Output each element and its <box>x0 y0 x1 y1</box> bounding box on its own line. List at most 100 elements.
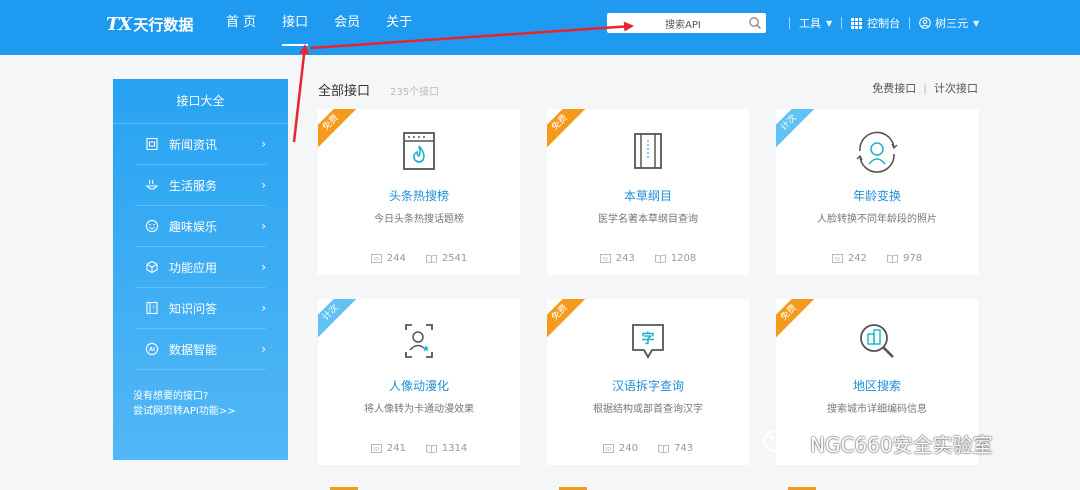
ai-icon: AI <box>145 342 159 356</box>
id-icon: ID <box>370 444 382 453</box>
sidebar-item-label: 趣味娱乐 <box>169 219 218 234</box>
chevron-right-icon: › <box>261 260 266 274</box>
tools-label: 工具 <box>799 17 821 30</box>
book-open-icon <box>654 254 666 263</box>
nav-about[interactable]: 关于 <box>386 0 412 55</box>
sidebar-item-fun[interactable]: 趣味娱乐 › <box>135 206 266 247</box>
filter-links: 免费接口 | 计次接口 <box>872 80 978 96</box>
header-right: 工具 ▼ 控制台 树三元 ▼ <box>780 13 979 33</box>
api-name: 地区搜索 <box>852 379 901 393</box>
sidebar-item-function[interactable]: 功能应用 › <box>135 247 266 288</box>
api-desc: 将人像转为卡通动漫效果 <box>364 404 474 415</box>
category-sidebar: 接口大全 新闻资讯 › 生活服务 › 趣味娱乐 › 功能应用 › ? 知识问答 … <box>113 79 288 460</box>
filter-free[interactable]: 免费接口 <box>872 80 916 96</box>
api-desc: 人脸转换不同年龄段的照片 <box>817 214 937 225</box>
api-card[interactable]: 免费 字 汉语拆字查询 根据结构或部首查询汉字 ID 240 743 <box>547 299 749 465</box>
api-name: 年龄变换 <box>852 189 901 203</box>
api-id: ID 240 <box>603 443 638 454</box>
id-icon: ID <box>370 254 382 263</box>
sidebar-item-news[interactable]: 新闻资讯 › <box>135 124 266 165</box>
svg-text:?: ? <box>152 306 155 312</box>
sidebar-item-label: 功能应用 <box>169 260 218 275</box>
divider <box>841 17 843 29</box>
api-id: ID 244 <box>370 253 406 264</box>
search-icon[interactable] <box>748 16 762 30</box>
chevron-down-icon: ▼ <box>826 18 833 28</box>
sidebar-footer: 没有想要的接口? 尝试网页转API功能>> <box>133 389 236 419</box>
book-open-icon <box>425 254 437 263</box>
user-menu[interactable]: 树三元 ▼ <box>919 15 979 31</box>
cube-icon <box>146 260 158 274</box>
svg-text:ID: ID <box>374 257 379 263</box>
sidebar-title: 接口大全 <box>113 79 288 124</box>
arrow-to-nav <box>292 44 310 143</box>
api-stats: ID 241 1314 <box>318 443 520 454</box>
web-to-api-link[interactable]: 尝试网页转API功能>> <box>133 404 236 419</box>
nav-member[interactable]: 会员 <box>334 0 360 55</box>
free-badge: 免费 <box>547 299 591 344</box>
chevron-right-icon: › <box>261 219 266 233</box>
api-views-value: 978 <box>903 253 923 264</box>
api-name: 本草纲目 <box>623 189 672 203</box>
id-icon: ID <box>603 444 614 453</box>
chevron-right-icon: › <box>261 137 266 151</box>
api-views: 1314 <box>425 443 468 454</box>
api-views-value: 1208 <box>670 253 697 264</box>
svg-text:ID: ID <box>835 257 840 263</box>
api-views: 1208 <box>654 253 697 264</box>
api-name: 汉语拆字查询 <box>611 379 684 393</box>
site-logo[interactable]: TX 天行数据 <box>106 12 193 36</box>
logo-text: 天行数据 <box>133 15 194 34</box>
character-icon: 字 <box>632 324 664 359</box>
life-service-icon <box>145 179 159 190</box>
tools-menu[interactable]: 工具 ▼ <box>799 15 832 31</box>
api-id-value: 240 <box>618 443 638 454</box>
svg-text:ID: ID <box>606 447 611 453</box>
smiley-icon <box>145 219 159 233</box>
api-name: 人像动漫化 <box>388 379 449 393</box>
nav-api[interactable]: 接口 <box>282 0 309 55</box>
api-views-value: 2541 <box>441 253 468 264</box>
api-views-value: 1314 <box>441 443 468 454</box>
console-label: 控制台 <box>867 17 901 30</box>
sidebar-item-qa[interactable]: ? 知识问答 › <box>135 288 266 329</box>
api-views: 2541 <box>425 253 468 264</box>
console-link[interactable]: 控制台 <box>851 15 900 31</box>
api-card[interactable]: 计次 人像动漫化 将人像转为卡通动漫效果 ID 241 1314 <box>318 299 520 465</box>
chevron-right-icon: › <box>261 342 266 356</box>
free-badge: 免费 <box>547 109 591 154</box>
news-icon <box>146 137 158 151</box>
chevron-right-icon: › <box>261 178 266 192</box>
free-badge: 免费 <box>776 299 820 344</box>
user-icon <box>919 17 931 29</box>
top-header: TX 天行数据 首 页 接口 会员 关于 工具 ▼ 控制台 <box>0 0 1080 55</box>
sidebar-item-life[interactable]: 生活服务 › <box>135 165 266 206</box>
divider <box>909 17 911 29</box>
api-id-value: 244 <box>386 253 406 264</box>
sidebar-item-label: 生活服务 <box>169 178 218 193</box>
svg-text:ID: ID <box>603 257 608 263</box>
api-id-value: 242 <box>847 253 867 264</box>
api-desc: 今日头条热搜话题榜 <box>374 214 464 225</box>
wechat-icon <box>763 430 801 457</box>
api-card[interactable]: 免费 头条热搜榜 今日头条热搜话题榜 ID 244 2541 <box>318 109 520 275</box>
api-card[interactable]: 免费 本草纲目 医学名著本草纲目查询 ID 243 1208 <box>547 109 749 275</box>
api-id-value: 243 <box>615 253 635 264</box>
api-id-value: 241 <box>386 443 406 454</box>
api-card[interactable]: 计次 年龄变换 人脸转换不同年龄段的照片 ID 242 978 <box>776 109 978 275</box>
api-views: 743 <box>658 443 693 454</box>
sidebar-item-data[interactable]: AI 数据智能 › <box>135 329 266 370</box>
svg-text:字: 字 <box>641 331 654 347</box>
api-desc: 医学名著本草纲目查询 <box>598 214 698 225</box>
nav-home[interactable]: 首 页 <box>226 0 256 55</box>
sidebar-item-label: 数据智能 <box>169 342 218 357</box>
divider: | <box>923 81 927 95</box>
api-desc: 搜索城市详细编码信息 <box>827 404 927 415</box>
filter-count[interactable]: 计次接口 <box>934 80 978 96</box>
logo-mark: TX <box>106 13 132 35</box>
book-icon <box>634 133 662 169</box>
api-stats: ID 240 743 <box>547 443 749 454</box>
api-views-value: 743 <box>674 443 694 454</box>
search-input[interactable] <box>607 15 737 36</box>
svg-text:ID: ID <box>374 447 379 453</box>
